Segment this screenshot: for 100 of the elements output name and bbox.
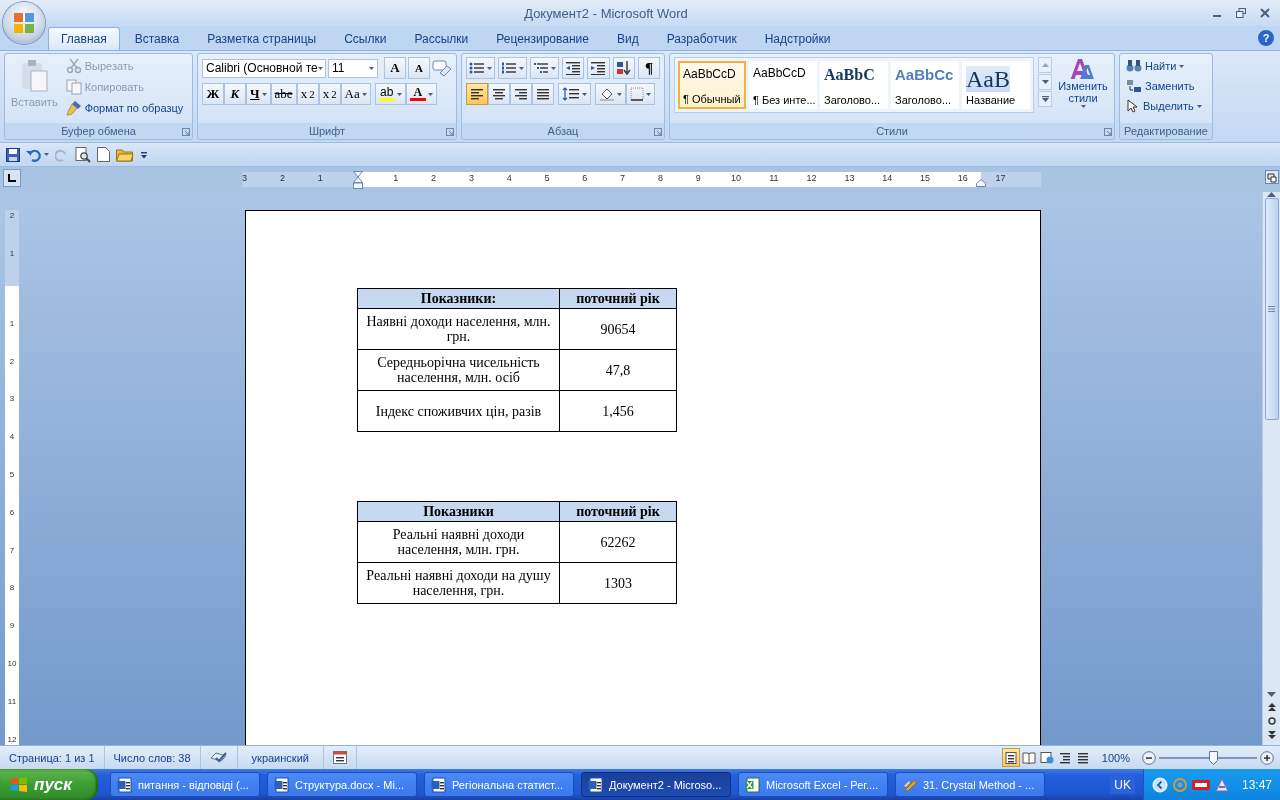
taskbar-button[interactable]: Документ2 - Microso... bbox=[581, 772, 731, 797]
group-label: Стили bbox=[670, 123, 1114, 139]
scroll-down-icon[interactable] bbox=[1267, 692, 1276, 697]
align-button[interactable] bbox=[532, 83, 554, 105]
dialog-launcher-icon[interactable] bbox=[446, 128, 454, 136]
ribbon-tab[interactable]: Рассылки bbox=[401, 27, 482, 50]
indent-marker-icon[interactable] bbox=[353, 171, 363, 189]
help-button[interactable]: ? bbox=[1258, 30, 1274, 46]
undo-icon[interactable] bbox=[26, 147, 42, 162]
restore-icon[interactable] bbox=[1236, 8, 1246, 18]
ruler-number: 5 bbox=[543, 173, 551, 183]
replace-button[interactable]: Заменить bbox=[1124, 78, 1208, 94]
zoom-out-icon[interactable] bbox=[1142, 750, 1156, 765]
change-styles-button[interactable]: Изменить стили bbox=[1056, 57, 1110, 108]
document-icon bbox=[274, 776, 290, 793]
font-color-button[interactable]: A bbox=[405, 83, 437, 105]
dialog-launcher-icon[interactable] bbox=[654, 128, 662, 136]
tab-stop-button[interactable] bbox=[3, 169, 21, 187]
taskbar-button[interactable]: Регіональна статист... bbox=[424, 772, 574, 797]
find-button[interactable]: Найти bbox=[1124, 58, 1208, 74]
next-page-icon[interactable] bbox=[1267, 731, 1276, 739]
ruler-number: 1 bbox=[8, 249, 16, 260]
graphics-tray-icon[interactable] bbox=[1191, 778, 1210, 791]
view-button[interactable] bbox=[1001, 748, 1020, 767]
align-button[interactable] bbox=[466, 83, 488, 105]
start-button[interactable]: пуск bbox=[0, 769, 98, 800]
browse-object-icon[interactable] bbox=[1267, 717, 1276, 725]
highlight-button[interactable]: ab bbox=[374, 83, 406, 105]
select-button[interactable]: Выделить bbox=[1124, 98, 1208, 114]
ruler-number: 1 bbox=[316, 173, 324, 183]
style-item[interactable]: AaBbCcD ¶ Обычный bbox=[678, 61, 746, 109]
ribbon-tab[interactable]: Главная bbox=[48, 27, 120, 50]
ribbon-tab[interactable]: Ссылки bbox=[331, 27, 400, 50]
clock: 13:47 bbox=[1241, 777, 1272, 792]
language-indicator[interactable]: UK bbox=[1110, 775, 1135, 794]
borders-icon bbox=[630, 87, 644, 101]
print-preview-icon[interactable] bbox=[75, 146, 91, 163]
style-item[interactable]: AaBbC Заголово... bbox=[820, 61, 888, 109]
bullets-button[interactable] bbox=[466, 57, 495, 79]
close-icon[interactable] bbox=[1260, 8, 1270, 18]
align-button[interactable] bbox=[510, 83, 532, 105]
taskbar-button[interactable]: Структура.docx - Mi... bbox=[267, 772, 417, 797]
strikethrough-button[interactable]: abe bbox=[270, 83, 297, 105]
ribbon-tab[interactable]: Разработчик bbox=[653, 27, 750, 50]
numbering-button[interactable] bbox=[497, 57, 527, 79]
zoom-slider-thumb[interactable] bbox=[1208, 750, 1218, 765]
zoom-in-icon[interactable] bbox=[1260, 750, 1274, 765]
taskbar-button[interactable]: питання - відповіді (... bbox=[110, 772, 260, 797]
office-menu-button[interactable] bbox=[3, 2, 45, 44]
eraser-icon[interactable] bbox=[432, 59, 452, 77]
taskbar-button[interactable]: 31. Crystal Method - ... bbox=[895, 772, 1045, 797]
scroll-thumb[interactable] bbox=[1264, 198, 1279, 420]
font-name-field[interactable]: Calibri (Основной те bbox=[202, 58, 326, 78]
dialog-launcher-icon[interactable] bbox=[182, 128, 190, 136]
format-painter-button[interactable]: Формат по образцу bbox=[63, 99, 186, 117]
multilevel-list-button[interactable] bbox=[529, 57, 559, 79]
show-marks-button[interactable]: ¶ bbox=[638, 57, 661, 79]
ribbon-tab[interactable]: Разметка страницы bbox=[194, 27, 330, 50]
save-icon[interactable] bbox=[6, 147, 20, 162]
sort-button[interactable] bbox=[612, 57, 636, 79]
proofing-icon[interactable] bbox=[209, 750, 228, 765]
zoom-level[interactable]: 100% bbox=[1091, 751, 1136, 764]
gallery-more-button[interactable] bbox=[1038, 91, 1052, 107]
ribbon-tab[interactable]: Вид bbox=[603, 27, 652, 50]
folder-icon[interactable] bbox=[116, 147, 134, 162]
align-left-icon bbox=[470, 88, 484, 100]
dialog-launcher-icon[interactable] bbox=[1104, 128, 1112, 136]
table-cell: 1,456 bbox=[559, 390, 677, 432]
font-size-field[interactable]: 11 bbox=[328, 58, 378, 78]
underline-button[interactable]: Ч bbox=[246, 83, 271, 105]
shading-button[interactable] bbox=[595, 83, 626, 105]
borders-button[interactable] bbox=[626, 83, 655, 105]
style-item[interactable]: AaBbCcD ¶ Без инте... bbox=[749, 61, 817, 109]
align-button[interactable] bbox=[488, 83, 510, 105]
bold-button[interactable]: Ж bbox=[202, 83, 224, 105]
line-spacing-icon bbox=[562, 87, 580, 101]
gallery-down-button[interactable] bbox=[1038, 74, 1052, 90]
style-item[interactable]: AaBbCc Заголово... bbox=[891, 61, 959, 109]
document-icon bbox=[431, 776, 447, 793]
caret-icon bbox=[369, 66, 374, 70]
tray-app-icon[interactable] bbox=[1213, 776, 1230, 793]
line-spacing-button[interactable] bbox=[558, 83, 591, 105]
show-hidden-icon[interactable] bbox=[1151, 776, 1168, 793]
customize-icon[interactable] bbox=[140, 150, 148, 159]
ribbon-tab[interactable]: Рецензирование bbox=[483, 27, 602, 50]
grow-font-button[interactable]: A bbox=[384, 57, 406, 79]
macro-icon[interactable] bbox=[332, 751, 347, 764]
increase-indent-button[interactable] bbox=[587, 57, 610, 79]
ribbon-tab[interactable]: Вставка bbox=[121, 27, 193, 50]
style-item[interactable]: AaB Название bbox=[962, 61, 1030, 109]
taskbar-button[interactable]: Microsoft Excel - Рег.... bbox=[738, 772, 888, 797]
shrink-font-button[interactable]: A bbox=[408, 57, 430, 79]
case-button[interactable]: Aa bbox=[340, 83, 371, 105]
italic-button[interactable]: К bbox=[224, 83, 246, 105]
new-document-icon[interactable] bbox=[97, 147, 110, 162]
decrease-indent-button[interactable] bbox=[561, 57, 585, 79]
ribbon-tab[interactable]: Надстройки bbox=[751, 27, 844, 50]
previous-page-icon[interactable] bbox=[1267, 703, 1276, 711]
right-indent-icon[interactable] bbox=[976, 179, 986, 187]
ruler-toggle-icon[interactable] bbox=[1265, 170, 1279, 184]
